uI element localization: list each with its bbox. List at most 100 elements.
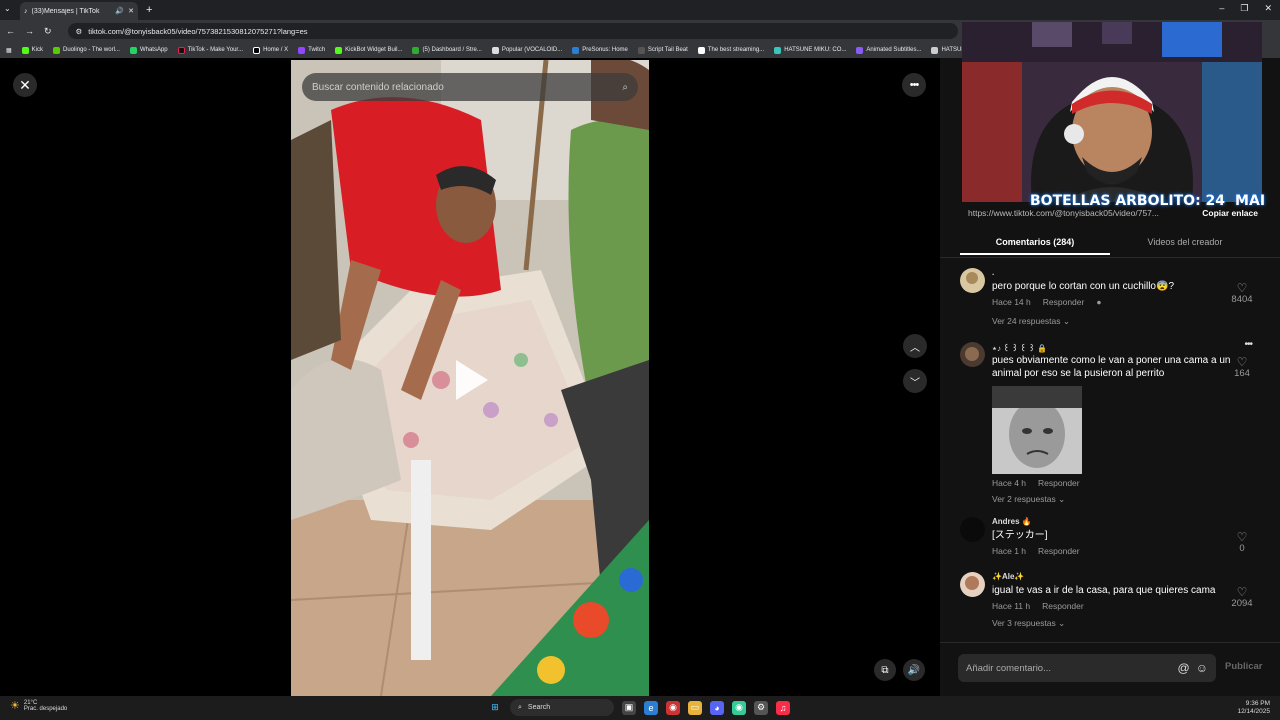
chrome-icon[interactable]: ◉ [666, 700, 680, 715]
comment-username[interactable]: ✨Ale✨ [992, 572, 1232, 584]
share-link-text[interactable]: https://www.tiktok.com/@tonyisback05/vid… [962, 208, 1202, 218]
bookmark-item[interactable]: WhatsApp [129, 46, 168, 54]
volume-icon[interactable]: 🔊 [903, 659, 925, 681]
bookmark-item[interactable]: Animated Subtitles... [856, 46, 921, 54]
comment-username[interactable]: . [992, 268, 1232, 280]
system-clock[interactable]: 9:36 PM 12/14/2025 [1237, 700, 1270, 716]
avatar[interactable] [960, 342, 985, 367]
bookmark-label: WhatsApp [139, 47, 168, 53]
bookmark-item[interactable]: PreSonus: Home [572, 46, 628, 54]
tab-menu-icon[interactable]: ⌄ [4, 4, 11, 13]
bookmark-item[interactable]: Script Tail Beat [637, 46, 688, 54]
comment-time: Hace 1 h [992, 546, 1027, 556]
bookmark-item[interactable]: KickBot Widget Buil... [335, 46, 402, 54]
audio-icon[interactable]: 🔊 [115, 7, 124, 15]
discord-icon[interactable]: ◕ [710, 700, 724, 715]
comment-time: Hace 14 h [992, 297, 1031, 307]
chrome-profile-icon[interactable]: ◉ [732, 700, 746, 715]
comment-input-placeholder: Añadir comentario... [966, 662, 1052, 674]
clock-date: 12/14/2025 [1237, 708, 1270, 715]
copy-link-button[interactable]: Copiar enlace [1202, 208, 1262, 218]
tab-comments[interactable]: Comentarios (284) [960, 231, 1110, 255]
tabs-divider [940, 257, 1280, 258]
avatar[interactable] [960, 572, 985, 597]
window-close-button[interactable]: ✕ [1264, 3, 1272, 14]
bookmark-item[interactable]: The best streaming... [697, 46, 764, 54]
comment-input[interactable]: Añadir comentario... @ ☺ [958, 654, 1216, 682]
like-count: 164 [1234, 368, 1250, 379]
weather-icon: ☀ [10, 700, 20, 712]
comment-image[interactable] [992, 386, 1082, 474]
tab-creator-videos[interactable]: Videos del creador [1110, 231, 1260, 255]
taskbar-search-label: Search [527, 704, 551, 711]
play-icon[interactable] [456, 360, 488, 400]
browser-tab-active[interactable]: ♪ (33)Mensajes | TikTok 🔊 ✕ [20, 2, 138, 20]
settings-icon[interactable]: ⚙ [754, 700, 768, 715]
bookmark-label: HATSUNE MIKU: CO... [784, 47, 847, 53]
bookmark-item[interactable]: HATSUNE MIKU: CO... [774, 46, 847, 54]
bookmark-label: PreSonus: Home [582, 47, 628, 53]
weather-widget[interactable]: ☀ 21°C Prac. despejado [10, 699, 67, 713]
minimize-button[interactable]: – [1219, 3, 1224, 14]
like-count: 2094 [1231, 598, 1253, 609]
back-icon[interactable]: ← [6, 26, 15, 36]
emoji-icon[interactable]: ☺ [1196, 661, 1208, 675]
file-explorer-icon[interactable]: ▭ [688, 700, 702, 715]
publish-button[interactable]: Publicar [1225, 661, 1263, 672]
bookmark-label: Kick [31, 47, 44, 53]
bookmark-item[interactable]: TikTok - Make Your... [177, 46, 243, 54]
bookmark-label: Popular (VOCALOID... [501, 47, 563, 53]
task-view-icon[interactable]: ▣ [622, 700, 636, 715]
reply-button[interactable]: Responder [1038, 478, 1080, 488]
comment-more-icon[interactable]: ••• [1244, 339, 1252, 350]
view-replies-button[interactable]: Ver 24 respuestas ⌄ [992, 316, 1232, 327]
tab-close-icon[interactable]: ✕ [128, 7, 134, 15]
bookmark-item[interactable]: Popular (VOCALOID... [491, 46, 563, 54]
heart-icon: ♡ [1236, 530, 1248, 544]
reply-button[interactable]: Responder [1042, 601, 1084, 611]
bookmark-label: (5) Dashboard / Stre... [422, 47, 482, 53]
maximize-button[interactable]: ❐ [1240, 3, 1248, 14]
like-button[interactable]: ♡ 164 [1222, 356, 1262, 379]
bookmark-item[interactable]: (5) Dashboard / Stre... [412, 46, 482, 54]
more-options-button[interactable]: ••• [902, 73, 926, 97]
new-tab-button[interactable]: + [146, 4, 152, 16]
webcam-overlay [962, 22, 1262, 202]
apps-grid-icon[interactable]: ▦ [6, 47, 12, 54]
like-button[interactable]: ♡ 2094 [1222, 586, 1262, 609]
comment-username[interactable]: Andres 🔥 [992, 517, 1232, 529]
close-button[interactable]: ✕ [13, 73, 37, 97]
music-icon[interactable]: ♫ [776, 700, 790, 715]
bookmark-item[interactable]: Home / X [253, 46, 288, 54]
window-controls: – ❐ ✕ [1219, 3, 1272, 14]
mention-icon[interactable]: @ [1178, 661, 1190, 675]
site-info-icon[interactable]: ⚙ [76, 27, 83, 36]
avatar[interactable] [960, 517, 985, 542]
floating-player-icon[interactable]: ⧉ [874, 659, 896, 681]
like-count: 0 [1239, 543, 1245, 554]
taskbar-search[interactable]: ⌕ Search [510, 699, 614, 716]
url-field[interactable]: ⚙ tiktok.com/@tonyisback05/video/7573821… [67, 23, 958, 39]
related-search-placeholder: Buscar contenido relacionado [312, 81, 444, 93]
heart-icon: ♡ [1236, 585, 1248, 599]
forward-icon[interactable]: → [25, 26, 34, 36]
start-icon[interactable]: ⊞ [488, 701, 502, 715]
avatar[interactable] [960, 268, 985, 293]
bookmark-item[interactable]: Kick [21, 46, 44, 54]
view-replies-button[interactable]: Ver 2 respuestas ⌄ [992, 494, 1232, 505]
view-replies-button[interactable]: Ver 3 respuestas ⌄ [992, 618, 1232, 629]
reply-button[interactable]: Responder [1038, 546, 1080, 556]
comment-compose-bar: Añadir comentario... @ ☺ Publicar [940, 642, 1280, 696]
related-search-field[interactable]: Buscar contenido relacionado ⌕ [302, 73, 638, 101]
previous-video-button[interactable]: ︿ [903, 334, 927, 358]
next-video-button[interactable]: ﹀ [903, 369, 927, 393]
like-button[interactable]: ♡ 8404 [1222, 282, 1262, 305]
edge-icon[interactable]: e [644, 700, 658, 715]
like-button[interactable]: ♡ 0 [1222, 531, 1262, 554]
bookmark-item[interactable]: Duolingo - The worl... [53, 46, 120, 54]
reload-icon[interactable]: ↻ [44, 26, 52, 37]
search-icon[interactable]: ⌕ [622, 82, 628, 93]
comment-username[interactable]: ⋆♪ ꒰ ꒱ ꒰ ꒱ 🔒 [992, 342, 1232, 354]
bookmark-item[interactable]: Twitch [298, 46, 325, 54]
reply-button[interactable]: Responder [1043, 297, 1085, 307]
